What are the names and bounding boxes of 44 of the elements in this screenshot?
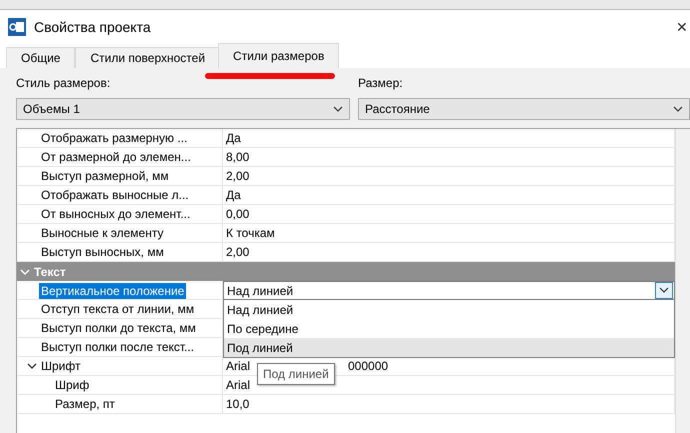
chevron-icon — [659, 287, 669, 294]
size-dropdown[interactable]: Расстояние — [358, 98, 690, 120]
property-value: 000000 — [348, 359, 388, 373]
property-value: 2,00 — [225, 245, 250, 259]
property-label[interactable]: Отступ текста от линии, мм — [39, 301, 196, 317]
property-value: 10,0 — [225, 397, 250, 411]
app-logo-icon — [8, 18, 26, 36]
property-label[interactable]: Выступ размерной, мм — [39, 168, 171, 184]
chevron-icon[interactable] — [27, 362, 37, 370]
chevron-icon[interactable] — [673, 105, 683, 113]
tooltip: Под линией — [257, 363, 335, 385]
property-label[interactable]: От выносных до элемент... — [39, 206, 192, 222]
property-value: Arial — [225, 359, 250, 373]
property-value: Да — [225, 188, 241, 202]
style-dropdown[interactable]: Объемы 1 — [16, 98, 350, 120]
property-label[interactable]: Шрифт — [39, 358, 82, 374]
property-value: К точкам — [225, 226, 275, 240]
property-value: 8,00 — [225, 150, 250, 164]
property-label[interactable]: Отображать размерную ... — [39, 130, 190, 146]
scrollbar[interactable] — [675, 129, 690, 433]
property-value: 2,00 — [225, 169, 250, 183]
property-value: Arial — [225, 378, 250, 392]
property-value: 0,00 — [225, 207, 250, 221]
field-label: Стиль размеров: — [16, 76, 112, 92]
chevron-icon[interactable] — [333, 105, 343, 113]
tab[interactable]: Общие — [6, 47, 76, 68]
property-label[interactable]: Вертикальное положение — [39, 282, 186, 298]
property-label[interactable]: Выступ полки до текста, мм — [39, 320, 198, 336]
close-icon[interactable]: ✕ — [676, 19, 688, 35]
tab[interactable]: Стили размеров — [218, 43, 340, 68]
property-label[interactable]: Выступ полки после текст... — [39, 339, 196, 355]
property-label[interactable]: От размерной до элемен... — [39, 149, 193, 165]
property-label[interactable]: Шриф — [53, 377, 92, 393]
tab[interactable]: Стили поверхностей — [75, 47, 220, 68]
property-label[interactable]: Размер, пт — [53, 396, 117, 412]
property-label[interactable]: Выступ выносных, мм — [39, 244, 166, 260]
window-title: Свойства проекта — [34, 19, 151, 35]
property-label[interactable]: Выносные к элементу — [39, 225, 166, 241]
property-value: Да — [225, 131, 241, 145]
property-label[interactable]: Отображать выносные л... — [39, 187, 191, 203]
field-label: Размер: — [358, 76, 404, 92]
dropdown-option[interactable]: Под линией — [224, 338, 674, 357]
category-label: Текст — [34, 264, 66, 278]
dropdown-button[interactable] — [655, 282, 673, 299]
